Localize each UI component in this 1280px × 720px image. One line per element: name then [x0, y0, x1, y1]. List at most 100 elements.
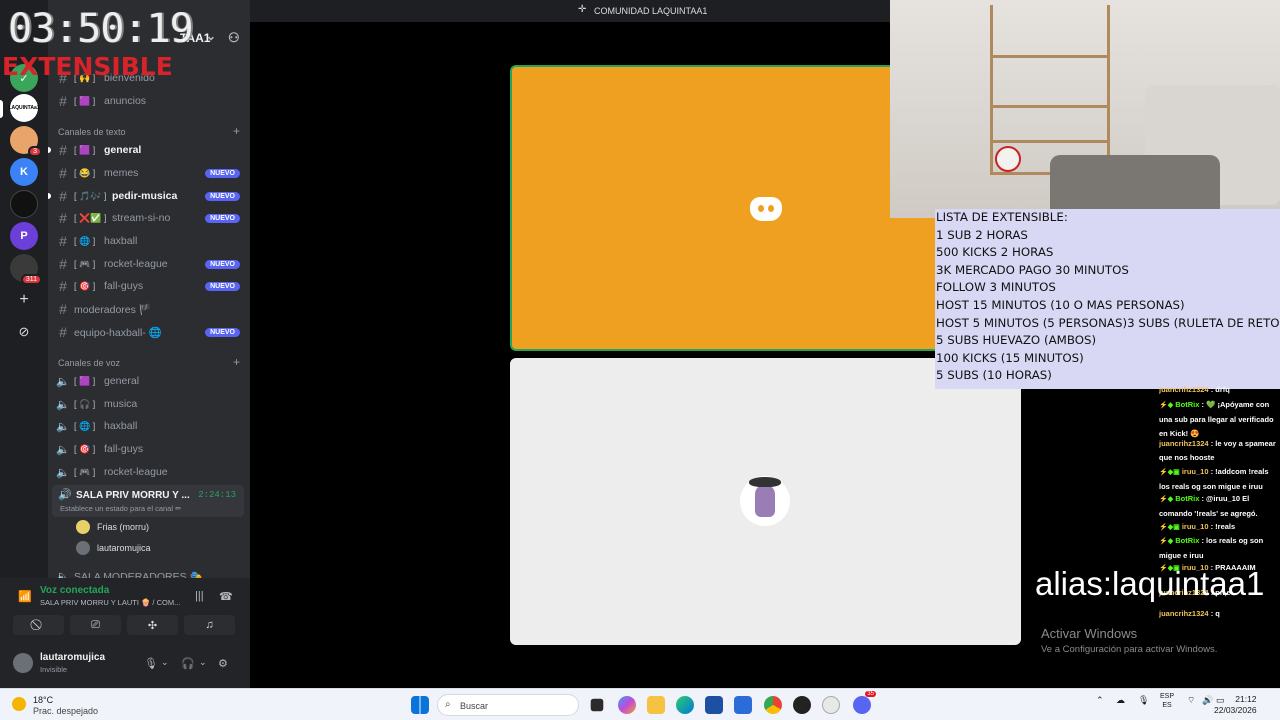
active-voice-channel[interactable]: 🔊 SALA PRIV MORRU Y ... 2:24:13 Establec…	[52, 485, 244, 517]
list-item: LISTA DE EXTENSIBLE:	[936, 210, 1068, 224]
participant-tile-1[interactable]	[510, 65, 935, 351]
server-avatar-1[interactable]: 3	[10, 126, 42, 157]
server-label: LAQUINTAa1	[8, 105, 40, 111]
disconnect-icon[interactable]: ☎	[219, 590, 233, 603]
task-view-icon[interactable]	[590, 698, 604, 712]
text-category[interactable]: Canales de texto	[58, 127, 126, 137]
chat-user: BotRix	[1175, 494, 1200, 503]
noise-suppression-icon[interactable]: |||	[195, 590, 204, 602]
channel-equipo-haxball[interactable]: # equipo-haxball- 🌐 NUEVO	[52, 322, 244, 342]
wifi-icon[interactable]: ⌔	[1187, 695, 1195, 706]
channel-emoji: [ 🌐 ]	[74, 420, 96, 431]
language-indicator[interactable]: ESP ES	[1160, 692, 1174, 710]
shelf-board	[990, 140, 1110, 143]
activities-button[interactable]: ✣	[127, 615, 178, 635]
avatar	[76, 520, 90, 534]
list-item: HOST 5 MINUTOS (5 PERSONAS)3 SUBS (RULET…	[936, 315, 1280, 330]
chrome-icon[interactable]	[764, 696, 782, 714]
add-text-channel-icon[interactable]: +	[233, 124, 240, 138]
window-title: COMUNIDAD LAQUINTAA1	[594, 6, 708, 16]
discord-taskbar-icon[interactable]: 35	[853, 691, 876, 714]
channel-status-prompt[interactable]: Establece un estado para el canal ✏	[60, 504, 181, 513]
voice-channel-name[interactable]: SALA PRIV MORRU Y LAUTI 🍿 / COM...	[40, 598, 180, 607]
channel-stream-si-no[interactable]: # [ ❌✅ ] stream-si-no NUEVO	[52, 208, 244, 228]
hash-icon: #	[59, 256, 67, 272]
shelf-board	[990, 105, 1110, 108]
microphone-icon[interactable]: 🎙	[144, 657, 158, 670]
edge-icon[interactable]	[676, 696, 694, 714]
channel-label: moderadores 🏴	[74, 303, 152, 316]
copilot-icon[interactable]	[618, 696, 636, 714]
screen-share-button[interactable]: ⎚	[70, 615, 121, 635]
obs-icon[interactable]	[793, 696, 811, 714]
chat-text: : q	[1210, 609, 1220, 618]
channel-haxball[interactable]: # [ 🌐 ] haxball	[52, 231, 244, 251]
chat-message: ⚡◆ BotRix : @iruu_10 El comando '!reals'…	[1159, 492, 1280, 521]
chat-message: ⚡◆▣ iruu_10 : !addcom !reals los reals o…	[1159, 465, 1280, 494]
voice-user-name: Frias (morru)	[97, 522, 149, 532]
title-bar: ✛ COMUNIDAD LAQUINTAA1	[250, 0, 890, 22]
chat-message: juancrihz1324 : q	[1159, 607, 1280, 621]
chevron-down-icon[interactable]: ⌄	[199, 657, 207, 668]
chat-user: BotRix	[1175, 400, 1200, 409]
channel-memes[interactable]: # [ 😂 ] memes NUEVO	[52, 163, 244, 183]
server-laquintaa1[interactable]: LAQUINTAa1	[8, 94, 40, 122]
voice-channel-haxball[interactable]: 🔈 [ 🌐 ] haxball	[52, 416, 244, 436]
outlook-icon[interactable]	[734, 696, 752, 714]
channel-anuncios[interactable]: # [ 🟪 ] anuncios	[52, 91, 244, 111]
microphone-tray-icon[interactable]: 🎙	[1138, 695, 1149, 706]
channel-label: musica	[104, 398, 138, 410]
speaker-icon: 🔈	[56, 375, 70, 388]
channel-general[interactable]: # [ 🟪 ] general	[48, 140, 244, 160]
unread-indicator	[48, 147, 51, 153]
username[interactable]: lautaromujica	[40, 652, 105, 663]
channel-label: haxball	[104, 420, 138, 432]
add-voice-channel-icon[interactable]: +	[233, 355, 240, 369]
volume-icon[interactable]: 🔊	[1202, 695, 1213, 706]
server-k-icon[interactable]: K	[10, 158, 38, 186]
store-icon[interactable]	[705, 696, 723, 714]
server-avatar-2[interactable]	[10, 190, 38, 218]
clock-app-icon[interactable]	[822, 696, 840, 714]
network-tray-icon[interactable]: ☁	[1116, 695, 1125, 706]
channel-pedir-musica[interactable]: # [ 🎵🎶 ] pedir-musica NUEVO	[48, 186, 244, 206]
channel-moderadores[interactable]: # moderadores 🏴	[52, 299, 244, 319]
shelf-board	[990, 55, 1110, 58]
soundboard-button[interactable]: ♫	[184, 615, 235, 635]
voice-channel-general[interactable]: 🔈 [ 🟪 ] general	[52, 371, 244, 391]
hash-icon: #	[59, 93, 67, 109]
settings-gear-icon[interactable]: ⚙	[218, 657, 228, 670]
avatar-character	[749, 477, 781, 517]
camera-button[interactable]: ⃠	[13, 615, 64, 635]
chat-user: BotRix	[1175, 536, 1200, 545]
system-clock[interactable]: 21:12 22/03/2026	[1214, 694, 1257, 716]
voice-category[interactable]: Canales de voz	[58, 358, 120, 368]
badge-icon: ⚡◆	[1159, 496, 1174, 503]
channel-rocket-league[interactable]: # [ 🎮 ] rocket-league NUEVO	[52, 254, 244, 274]
server-p-icon[interactable]: P	[10, 222, 38, 250]
channel-label: general	[104, 144, 142, 156]
voice-status[interactable]: Voz conectada	[40, 585, 109, 596]
server-avatar-3[interactable]: 311	[10, 254, 42, 285]
activation-title: Activar Windows	[1041, 626, 1138, 641]
chat-user: juancrihz1324	[1159, 609, 1209, 618]
voice-channel-rocket-league[interactable]: 🔈 [ 🎮 ] rocket-league	[52, 462, 244, 482]
channel-fall-guys[interactable]: # [ 🎯 ] fall-guys NUEVO	[52, 276, 244, 296]
voice-channel-musica[interactable]: 🔈 [ 🎧 ] musica	[52, 394, 244, 414]
chat-user: iruu_10	[1181, 522, 1209, 531]
invite-icon[interactable]: ⚇	[228, 30, 240, 46]
show-hidden-icons-icon[interactable]: ⌃	[1096, 695, 1104, 706]
voice-channel-fall-guys[interactable]: 🔈 [ 🎯 ] fall-guys	[52, 439, 244, 459]
chevron-down-icon[interactable]: ⌄	[161, 657, 169, 668]
participant-tile-2[interactable]	[510, 358, 1021, 645]
headphones-icon[interactable]: 🎧	[181, 657, 195, 670]
new-badge: NUEVO	[205, 213, 240, 223]
voice-user[interactable]: lautaromujica	[76, 541, 151, 555]
start-windows-icon[interactable]	[411, 696, 429, 714]
file-explorer-icon[interactable]	[647, 696, 665, 714]
avatar[interactable]	[13, 653, 33, 673]
add-server-icon[interactable]: +	[10, 286, 38, 314]
voice-user[interactable]: Frias (morru)	[76, 520, 149, 534]
search-box[interactable]: ⌕ Buscar	[437, 694, 579, 716]
discover-icon[interactable]: ⊘	[10, 318, 38, 346]
